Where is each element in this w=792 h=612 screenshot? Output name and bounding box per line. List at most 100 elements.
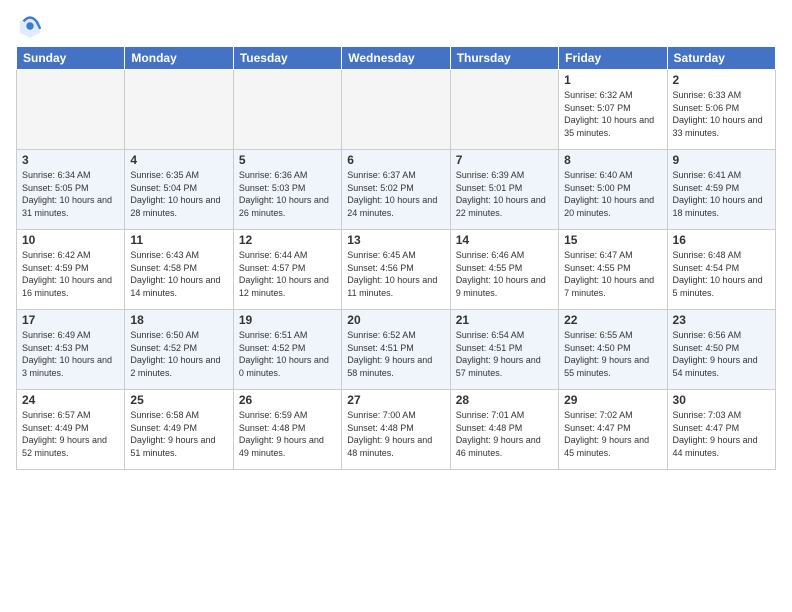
calendar-day-cell: 23 Sunrise: 6:56 AM Sunset: 4:50 PM Dayli… <box>667 310 775 390</box>
calendar-week-row: 17Sunrise: 6:49 AM Sunset: 4:53 PM Dayli… <box>17 310 776 390</box>
calendar-day-cell: 4 Sunrise: 6:35 AM Sunset: 5:04 PM Daylig… <box>125 150 233 230</box>
day-info: Sunrise: 6:34 AM Sunset: 5:05 PM Dayligh… <box>22 169 119 219</box>
page-container: SundayMondayTuesdayWednesdayThursdayFrid… <box>0 0 792 612</box>
day-number: 23 <box>673 313 770 327</box>
calendar-day-cell: 22 Sunrise: 6:55 AM Sunset: 4:50 PM Dayli… <box>559 310 667 390</box>
calendar-day-cell: 8 Sunrise: 6:40 AM Sunset: 5:00 PM Daylig… <box>559 150 667 230</box>
weekday-header: Tuesday <box>233 47 341 70</box>
calendar-day-cell: 24 Sunrise: 6:57 AM Sunset: 4:49 PM Dayli… <box>17 390 125 470</box>
day-number: 3 <box>22 153 119 167</box>
calendar-day-cell: 14 Sunrise: 6:46 AM Sunset: 4:55 PM Dayli… <box>450 230 558 310</box>
weekday-header: Wednesday <box>342 47 450 70</box>
calendar-table: SundayMondayTuesdayWednesdayThursdayFrid… <box>16 46 776 470</box>
day-info: Sunrise: 6:50 AM Sunset: 4:52 PM Dayligh… <box>130 329 227 379</box>
day-number: 16 <box>673 233 770 247</box>
day-number: 22 <box>564 313 661 327</box>
day-number: 15 <box>564 233 661 247</box>
calendar-day-cell: 15 Sunrise: 6:47 AM Sunset: 4:55 PM Dayli… <box>559 230 667 310</box>
calendar-day-cell <box>233 70 341 150</box>
calendar-week-row: 24 Sunrise: 6:57 AM Sunset: 4:49 PM Dayli… <box>17 390 776 470</box>
day-info: Sunrise: 6:47 AM Sunset: 4:55 PM Dayligh… <box>564 249 661 299</box>
calendar-day-cell: 3 Sunrise: 6:34 AM Sunset: 5:05 PM Daylig… <box>17 150 125 230</box>
weekday-header: Saturday <box>667 47 775 70</box>
calendar-day-cell <box>450 70 558 150</box>
day-number: 14 <box>456 233 553 247</box>
weekday-header: Friday <box>559 47 667 70</box>
day-info: Sunrise: 6:41 AM Sunset: 4:59 PM Dayligh… <box>673 169 770 219</box>
day-info: Sunrise: 6:51 AM Sunset: 4:52 PM Dayligh… <box>239 329 336 379</box>
day-number: 24 <box>22 393 119 407</box>
day-info: Sunrise: 7:01 AM Sunset: 4:48 PM Dayligh… <box>456 409 553 459</box>
day-info: Sunrise: 6:32 AM Sunset: 5:07 PM Dayligh… <box>564 89 661 139</box>
day-info: Sunrise: 7:00 AM Sunset: 4:48 PM Dayligh… <box>347 409 444 459</box>
day-number: 27 <box>347 393 444 407</box>
calendar-day-cell: 19 Sunrise: 6:51 AM Sunset: 4:52 PM Dayli… <box>233 310 341 390</box>
calendar-day-cell: 18 Sunrise: 6:50 AM Sunset: 4:52 PM Dayli… <box>125 310 233 390</box>
day-number: 29 <box>564 393 661 407</box>
day-info: Sunrise: 7:02 AM Sunset: 4:47 PM Dayligh… <box>564 409 661 459</box>
day-number: 4 <box>130 153 227 167</box>
day-number: 6 <box>347 153 444 167</box>
day-info: Sunrise: 6:44 AM Sunset: 4:57 PM Dayligh… <box>239 249 336 299</box>
day-number: 7 <box>456 153 553 167</box>
day-number: 28 <box>456 393 553 407</box>
day-info: Sunrise: 6:55 AM Sunset: 4:50 PM Dayligh… <box>564 329 661 379</box>
calendar-day-cell: 21 Sunrise: 6:54 AM Sunset: 4:51 PM Dayli… <box>450 310 558 390</box>
weekday-header: Thursday <box>450 47 558 70</box>
calendar-day-cell: 13 Sunrise: 6:45 AM Sunset: 4:56 PM Dayli… <box>342 230 450 310</box>
calendar-day-cell: 20Sunrise: 6:52 AM Sunset: 4:51 PM Dayli… <box>342 310 450 390</box>
day-info: Sunrise: 6:45 AM Sunset: 4:56 PM Dayligh… <box>347 249 444 299</box>
day-info: Sunrise: 6:54 AM Sunset: 4:51 PM Dayligh… <box>456 329 553 379</box>
calendar-day-cell: 9 Sunrise: 6:41 AM Sunset: 4:59 PM Daylig… <box>667 150 775 230</box>
day-number: 11 <box>130 233 227 247</box>
weekday-header: Monday <box>125 47 233 70</box>
day-number: 25 <box>130 393 227 407</box>
calendar-day-cell: 27 Sunrise: 7:00 AM Sunset: 4:48 PM Dayli… <box>342 390 450 470</box>
day-info: Sunrise: 6:48 AM Sunset: 4:54 PM Dayligh… <box>673 249 770 299</box>
calendar-day-cell <box>125 70 233 150</box>
day-number: 12 <box>239 233 336 247</box>
day-info: Sunrise: 6:37 AM Sunset: 5:02 PM Dayligh… <box>347 169 444 219</box>
day-number: 8 <box>564 153 661 167</box>
day-number: 30 <box>673 393 770 407</box>
calendar-day-cell: 29 Sunrise: 7:02 AM Sunset: 4:47 PM Dayli… <box>559 390 667 470</box>
day-info: Sunrise: 6:39 AM Sunset: 5:01 PM Dayligh… <box>456 169 553 219</box>
day-number: 26 <box>239 393 336 407</box>
day-info: Sunrise: 6:52 AM Sunset: 4:51 PM Dayligh… <box>347 329 444 379</box>
calendar-header-row: SundayMondayTuesdayWednesdayThursdayFrid… <box>17 47 776 70</box>
calendar-day-cell: 28 Sunrise: 7:01 AM Sunset: 4:48 PM Dayli… <box>450 390 558 470</box>
day-info: Sunrise: 6:42 AM Sunset: 4:59 PM Dayligh… <box>22 249 119 299</box>
page-header <box>16 12 776 40</box>
calendar-day-cell: 7 Sunrise: 6:39 AM Sunset: 5:01 PM Daylig… <box>450 150 558 230</box>
day-info: Sunrise: 6:33 AM Sunset: 5:06 PM Dayligh… <box>673 89 770 139</box>
day-number: 2 <box>673 73 770 87</box>
day-info: Sunrise: 6:49 AM Sunset: 4:53 PM Dayligh… <box>22 329 119 379</box>
day-number: 9 <box>673 153 770 167</box>
day-info: Sunrise: 6:43 AM Sunset: 4:58 PM Dayligh… <box>130 249 227 299</box>
calendar-day-cell: 30Sunrise: 7:03 AM Sunset: 4:47 PM Dayli… <box>667 390 775 470</box>
calendar-day-cell: 12 Sunrise: 6:44 AM Sunset: 4:57 PM Dayli… <box>233 230 341 310</box>
day-info: Sunrise: 6:56 AM Sunset: 4:50 PM Dayligh… <box>673 329 770 379</box>
calendar-week-row: 1 Sunrise: 6:32 AM Sunset: 5:07 PM Daylig… <box>17 70 776 150</box>
day-number: 21 <box>456 313 553 327</box>
day-number: 18 <box>130 313 227 327</box>
calendar-week-row: 3 Sunrise: 6:34 AM Sunset: 5:05 PM Daylig… <box>17 150 776 230</box>
day-number: 19 <box>239 313 336 327</box>
day-info: Sunrise: 6:35 AM Sunset: 5:04 PM Dayligh… <box>130 169 227 219</box>
weekday-header: Sunday <box>17 47 125 70</box>
day-info: Sunrise: 6:40 AM Sunset: 5:00 PM Dayligh… <box>564 169 661 219</box>
day-number: 5 <box>239 153 336 167</box>
day-info: Sunrise: 6:46 AM Sunset: 4:55 PM Dayligh… <box>456 249 553 299</box>
day-number: 13 <box>347 233 444 247</box>
day-info: Sunrise: 6:57 AM Sunset: 4:49 PM Dayligh… <box>22 409 119 459</box>
day-number: 1 <box>564 73 661 87</box>
calendar-day-cell: 17Sunrise: 6:49 AM Sunset: 4:53 PM Dayli… <box>17 310 125 390</box>
calendar-day-cell: 11 Sunrise: 6:43 AM Sunset: 4:58 PM Dayli… <box>125 230 233 310</box>
calendar-day-cell: 16 Sunrise: 6:48 AM Sunset: 4:54 PM Dayli… <box>667 230 775 310</box>
calendar-day-cell: 1 Sunrise: 6:32 AM Sunset: 5:07 PM Daylig… <box>559 70 667 150</box>
calendar-day-cell: 26Sunrise: 6:59 AM Sunset: 4:48 PM Dayli… <box>233 390 341 470</box>
day-number: 10 <box>22 233 119 247</box>
calendar-week-row: 10 Sunrise: 6:42 AM Sunset: 4:59 PM Dayli… <box>17 230 776 310</box>
calendar-day-cell: 6 Sunrise: 6:37 AM Sunset: 5:02 PM Daylig… <box>342 150 450 230</box>
day-info: Sunrise: 6:36 AM Sunset: 5:03 PM Dayligh… <box>239 169 336 219</box>
